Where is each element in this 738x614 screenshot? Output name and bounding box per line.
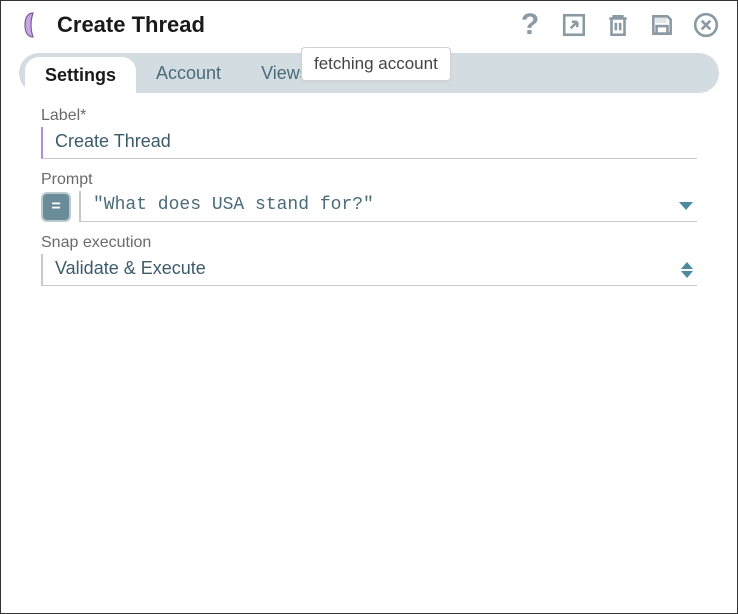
chevron-down-icon[interactable]: [679, 202, 693, 210]
prompt-field-group: Prompt =: [41, 171, 697, 222]
select-stepper-icon[interactable]: [681, 262, 693, 278]
app-icon: [19, 11, 47, 39]
fetching-tooltip: fetching account: [301, 47, 451, 81]
delete-icon[interactable]: [605, 12, 631, 38]
snap-execution-select[interactable]: Validate & Execute: [41, 254, 697, 286]
snap-execution-label: Snap execution: [41, 234, 697, 252]
tab-account[interactable]: Account: [136, 53, 241, 93]
label-field-group: Label*: [41, 107, 697, 159]
save-icon[interactable]: [649, 12, 675, 38]
prompt-field-label: Prompt: [41, 171, 697, 189]
window-title: Create Thread: [57, 12, 507, 38]
tab-settings[interactable]: Settings: [25, 57, 136, 93]
tabs-container: Settings Account Views fetching account: [1, 53, 737, 93]
snap-execution-field-group: Snap execution Validate & Execute: [41, 234, 697, 286]
settings-form: Label* Prompt = Snap execution Validate …: [1, 93, 737, 286]
title-actions: ?: [517, 12, 719, 38]
close-icon[interactable]: [693, 12, 719, 38]
dialog-window: Create Thread ?: [0, 0, 738, 614]
titlebar: Create Thread ?: [1, 1, 737, 47]
prompt-input-wrap: [79, 191, 697, 222]
help-icon[interactable]: ?: [517, 12, 543, 38]
tab-label: Settings: [45, 65, 116, 86]
tab-label: Account: [156, 63, 221, 84]
label-input[interactable]: [41, 127, 697, 159]
snap-execution-value: Validate & Execute: [55, 254, 697, 285]
expression-badge[interactable]: =: [41, 192, 71, 222]
prompt-input[interactable]: [93, 191, 697, 221]
label-field-label: Label*: [41, 107, 697, 125]
export-icon[interactable]: [561, 12, 587, 38]
